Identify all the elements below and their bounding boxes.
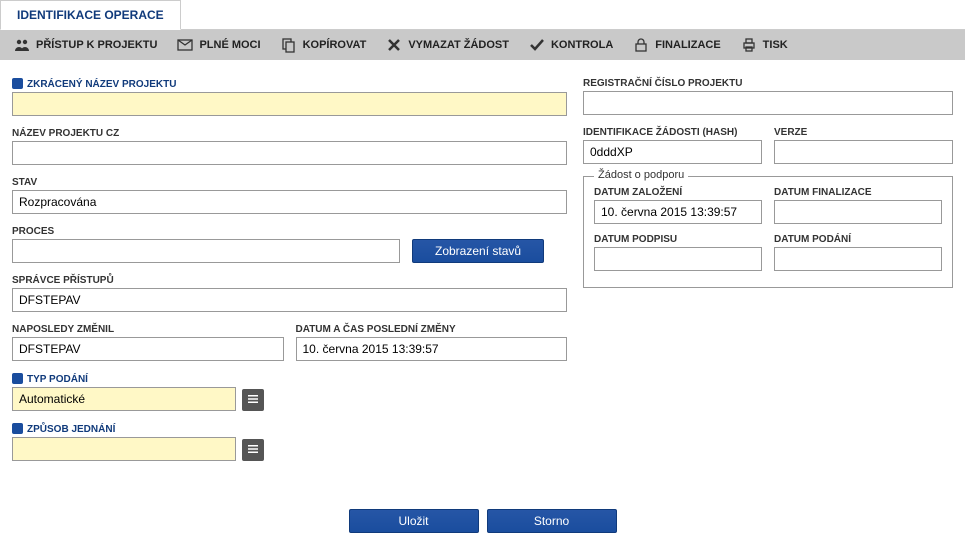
datum-podani-label: DATUM PODÁNÍ: [774, 234, 942, 245]
toolbar-delete[interactable]: VYMAZAT ŽÁDOST: [376, 30, 519, 60]
fieldset-legend: Žádost o podporu: [594, 169, 688, 181]
admin-input[interactable]: [12, 288, 567, 312]
datum-podani-input[interactable]: [774, 247, 942, 271]
datum-zalozeni-label: DATUM ZALOŽENÍ: [594, 187, 762, 198]
typ-podani-list-button[interactable]: [242, 389, 264, 411]
envelope-icon: [177, 37, 193, 53]
copy-icon: [281, 37, 297, 53]
check-icon: [529, 37, 545, 53]
tab-header: IDENTIFIKACE OPERACE: [0, 0, 965, 30]
list-icon: [246, 442, 260, 459]
tab-identifikace[interactable]: IDENTIFIKACE OPERACE: [0, 0, 181, 30]
toolbar-label: KOPÍROVAT: [303, 39, 367, 51]
datum-zalozeni-input[interactable]: [594, 200, 762, 224]
toolbar-powers[interactable]: PLNÉ MOCI: [167, 30, 270, 60]
last-changed-by-label: NAPOSLEDY ZMĚNIL: [12, 324, 284, 335]
proces-input[interactable]: [12, 239, 400, 263]
last-change-dt-input[interactable]: [296, 337, 568, 361]
delete-icon: [386, 37, 402, 53]
toolbar-print[interactable]: TISK: [731, 30, 798, 60]
toolbar-label: FINALIZACE: [655, 39, 720, 51]
proces-label: PROCES: [12, 226, 400, 237]
datum-podpisu-label: DATUM PODPISU: [594, 234, 762, 245]
print-icon: [741, 37, 757, 53]
right-column: REGISTRAČNÍ ČÍSLO PROJEKTU IDENTIFIKACE …: [583, 78, 953, 473]
verze-label: VERZE: [774, 127, 953, 138]
content: ZKRÁCENÝ NÁZEV PROJEKTU NÁZEV PROJEKTU C…: [0, 60, 965, 473]
show-states-button[interactable]: Zobrazení stavů: [412, 239, 544, 263]
list-icon: [246, 392, 260, 409]
toolbar-check[interactable]: KONTROLA: [519, 30, 623, 60]
toolbar-label: PLNÉ MOCI: [199, 39, 260, 51]
footer: Uložit Storno: [0, 509, 965, 533]
page-root: IDENTIFIKACE OPERACE PŘÍSTUP K PROJEKTU …: [0, 0, 965, 541]
datum-finalizace-input[interactable]: [774, 200, 942, 224]
name-cz-label: NÁZEV PROJEKTU CZ: [12, 128, 567, 139]
toolbar-copy[interactable]: KOPÍROVAT: [271, 30, 377, 60]
zadost-fieldset: Žádost o podporu DATUM ZALOŽENÍ DATUM FI…: [583, 176, 953, 288]
people-icon: [14, 37, 30, 53]
datum-podpisu-input[interactable]: [594, 247, 762, 271]
typ-podani-input[interactable]: [12, 387, 236, 411]
short-name-label: ZKRÁCENÝ NÁZEV PROJEKTU: [12, 78, 567, 90]
save-button[interactable]: Uložit: [349, 509, 479, 533]
stav-input[interactable]: [12, 190, 567, 214]
last-changed-by-input[interactable]: [12, 337, 284, 361]
toolbar-label: VYMAZAT ŽÁDOST: [408, 39, 509, 51]
short-name-input[interactable]: [12, 92, 567, 116]
toolbar-label: KONTROLA: [551, 39, 613, 51]
toolbar-finalize[interactable]: FINALIZACE: [623, 30, 730, 60]
left-column: ZKRÁCENÝ NÁZEV PROJEKTU NÁZEV PROJEKTU C…: [12, 78, 567, 473]
hash-input[interactable]: [583, 140, 762, 164]
reg-num-label: REGISTRAČNÍ ČÍSLO PROJEKTU: [583, 78, 953, 89]
admin-label: SPRÁVCE PŘÍSTUPŮ: [12, 275, 567, 286]
cancel-button[interactable]: Storno: [487, 509, 617, 533]
zpusob-jednani-input[interactable]: [12, 437, 236, 461]
toolbar-access[interactable]: PŘÍSTUP K PROJEKTU: [4, 30, 167, 60]
hash-label: IDENTIFIKACE ŽÁDOSTI (HASH): [583, 127, 762, 138]
lock-icon: [633, 37, 649, 53]
reg-num-input[interactable]: [583, 91, 953, 115]
zpusob-jednani-list-button[interactable]: [242, 439, 264, 461]
stav-label: STAV: [12, 177, 567, 188]
toolbar-label: PŘÍSTUP K PROJEKTU: [36, 39, 157, 51]
last-change-dt-label: DATUM A ČAS POSLEDNÍ ZMĚNY: [296, 324, 568, 335]
name-cz-input[interactable]: [12, 141, 567, 165]
verze-input[interactable]: [774, 140, 953, 164]
datum-finalizace-label: DATUM FINALIZACE: [774, 187, 942, 198]
typ-podani-label: TYP PODÁNÍ: [12, 373, 567, 385]
toolbar: PŘÍSTUP K PROJEKTU PLNÉ MOCI KOPÍROVAT V…: [0, 30, 965, 60]
zpusob-jednani-label: ZPŮSOB JEDNÁNÍ: [12, 423, 567, 435]
toolbar-label: TISK: [763, 39, 788, 51]
